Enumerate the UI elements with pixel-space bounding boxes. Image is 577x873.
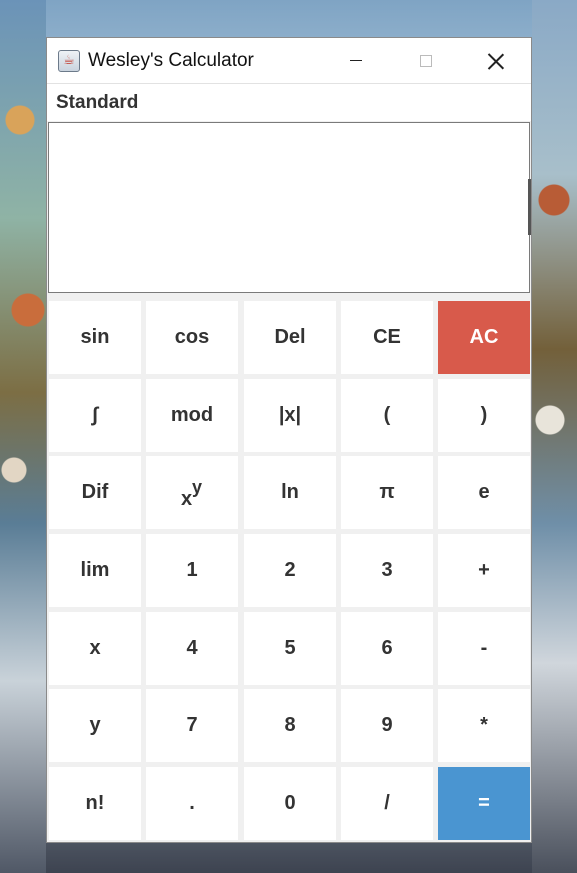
- multiply-button[interactable]: *: [438, 689, 530, 762]
- power-base: x: [181, 487, 193, 510]
- decimal-point-button[interactable]: .: [146, 767, 238, 840]
- digit-0-button[interactable]: 0: [244, 767, 336, 840]
- mod-button[interactable]: mod: [146, 379, 238, 452]
- close-button[interactable]: [461, 38, 531, 83]
- minus-button[interactable]: -: [438, 612, 530, 685]
- maximize-icon: [420, 54, 432, 67]
- variable-y-button[interactable]: y: [49, 689, 141, 762]
- menu-bar: Standard: [47, 83, 531, 121]
- ln-button[interactable]: ln: [244, 456, 336, 529]
- digit-2-button[interactable]: 2: [244, 534, 336, 607]
- digit-5-button[interactable]: 5: [244, 612, 336, 685]
- limit-button[interactable]: lim: [49, 534, 141, 607]
- equals-button[interactable]: =: [438, 767, 530, 840]
- calculator-display[interactable]: [48, 122, 530, 293]
- absolute-value-button[interactable]: |x|: [244, 379, 336, 452]
- display-scrollbar-thumb[interactable]: [528, 179, 531, 235]
- all-clear-button[interactable]: AC: [438, 301, 530, 374]
- digit-6-button[interactable]: 6: [341, 612, 433, 685]
- maximize-button[interactable]: [391, 38, 461, 83]
- digit-3-button[interactable]: 3: [341, 534, 433, 607]
- digit-9-button[interactable]: 9: [341, 689, 433, 762]
- clear-entry-button[interactable]: CE: [341, 301, 433, 374]
- digit-1-button[interactable]: 1: [146, 534, 238, 607]
- desktop-wallpaper-right: [532, 0, 577, 873]
- calculator-window: ☕ Wesley's Calculator Standard sin cos D…: [46, 37, 532, 843]
- power-label: x y: [180, 476, 204, 510]
- pi-button[interactable]: π: [341, 456, 433, 529]
- delete-button[interactable]: Del: [244, 301, 336, 374]
- close-icon: [488, 53, 504, 69]
- divide-button[interactable]: /: [341, 767, 433, 840]
- minimize-icon: [350, 60, 362, 61]
- sin-button[interactable]: sin: [49, 301, 141, 374]
- plus-button[interactable]: +: [438, 534, 530, 607]
- open-paren-button[interactable]: (: [341, 379, 433, 452]
- derivative-button[interactable]: Dif: [49, 456, 141, 529]
- desktop-wallpaper-left: [0, 0, 46, 873]
- factorial-button[interactable]: n!: [49, 767, 141, 840]
- power-exponent: y: [192, 476, 203, 497]
- variable-x-button[interactable]: x: [49, 612, 141, 685]
- euler-e-button[interactable]: e: [438, 456, 530, 529]
- minimize-button[interactable]: [321, 38, 391, 83]
- digit-4-button[interactable]: 4: [146, 612, 238, 685]
- digit-7-button[interactable]: 7: [146, 689, 238, 762]
- title-bar[interactable]: ☕ Wesley's Calculator: [47, 38, 531, 83]
- integral-button[interactable]: ∫: [49, 379, 141, 452]
- java-cup-icon: ☕: [58, 49, 80, 72]
- close-paren-button[interactable]: ): [438, 379, 530, 452]
- window-title: Wesley's Calculator: [88, 49, 254, 71]
- digit-8-button[interactable]: 8: [244, 689, 336, 762]
- power-button[interactable]: x y: [146, 456, 238, 529]
- menu-standard[interactable]: Standard: [56, 92, 138, 114]
- keypad: sin cos Del CE AC ∫ mod |x| ( ) Dif x y …: [49, 301, 531, 841]
- cos-button[interactable]: cos: [146, 301, 238, 374]
